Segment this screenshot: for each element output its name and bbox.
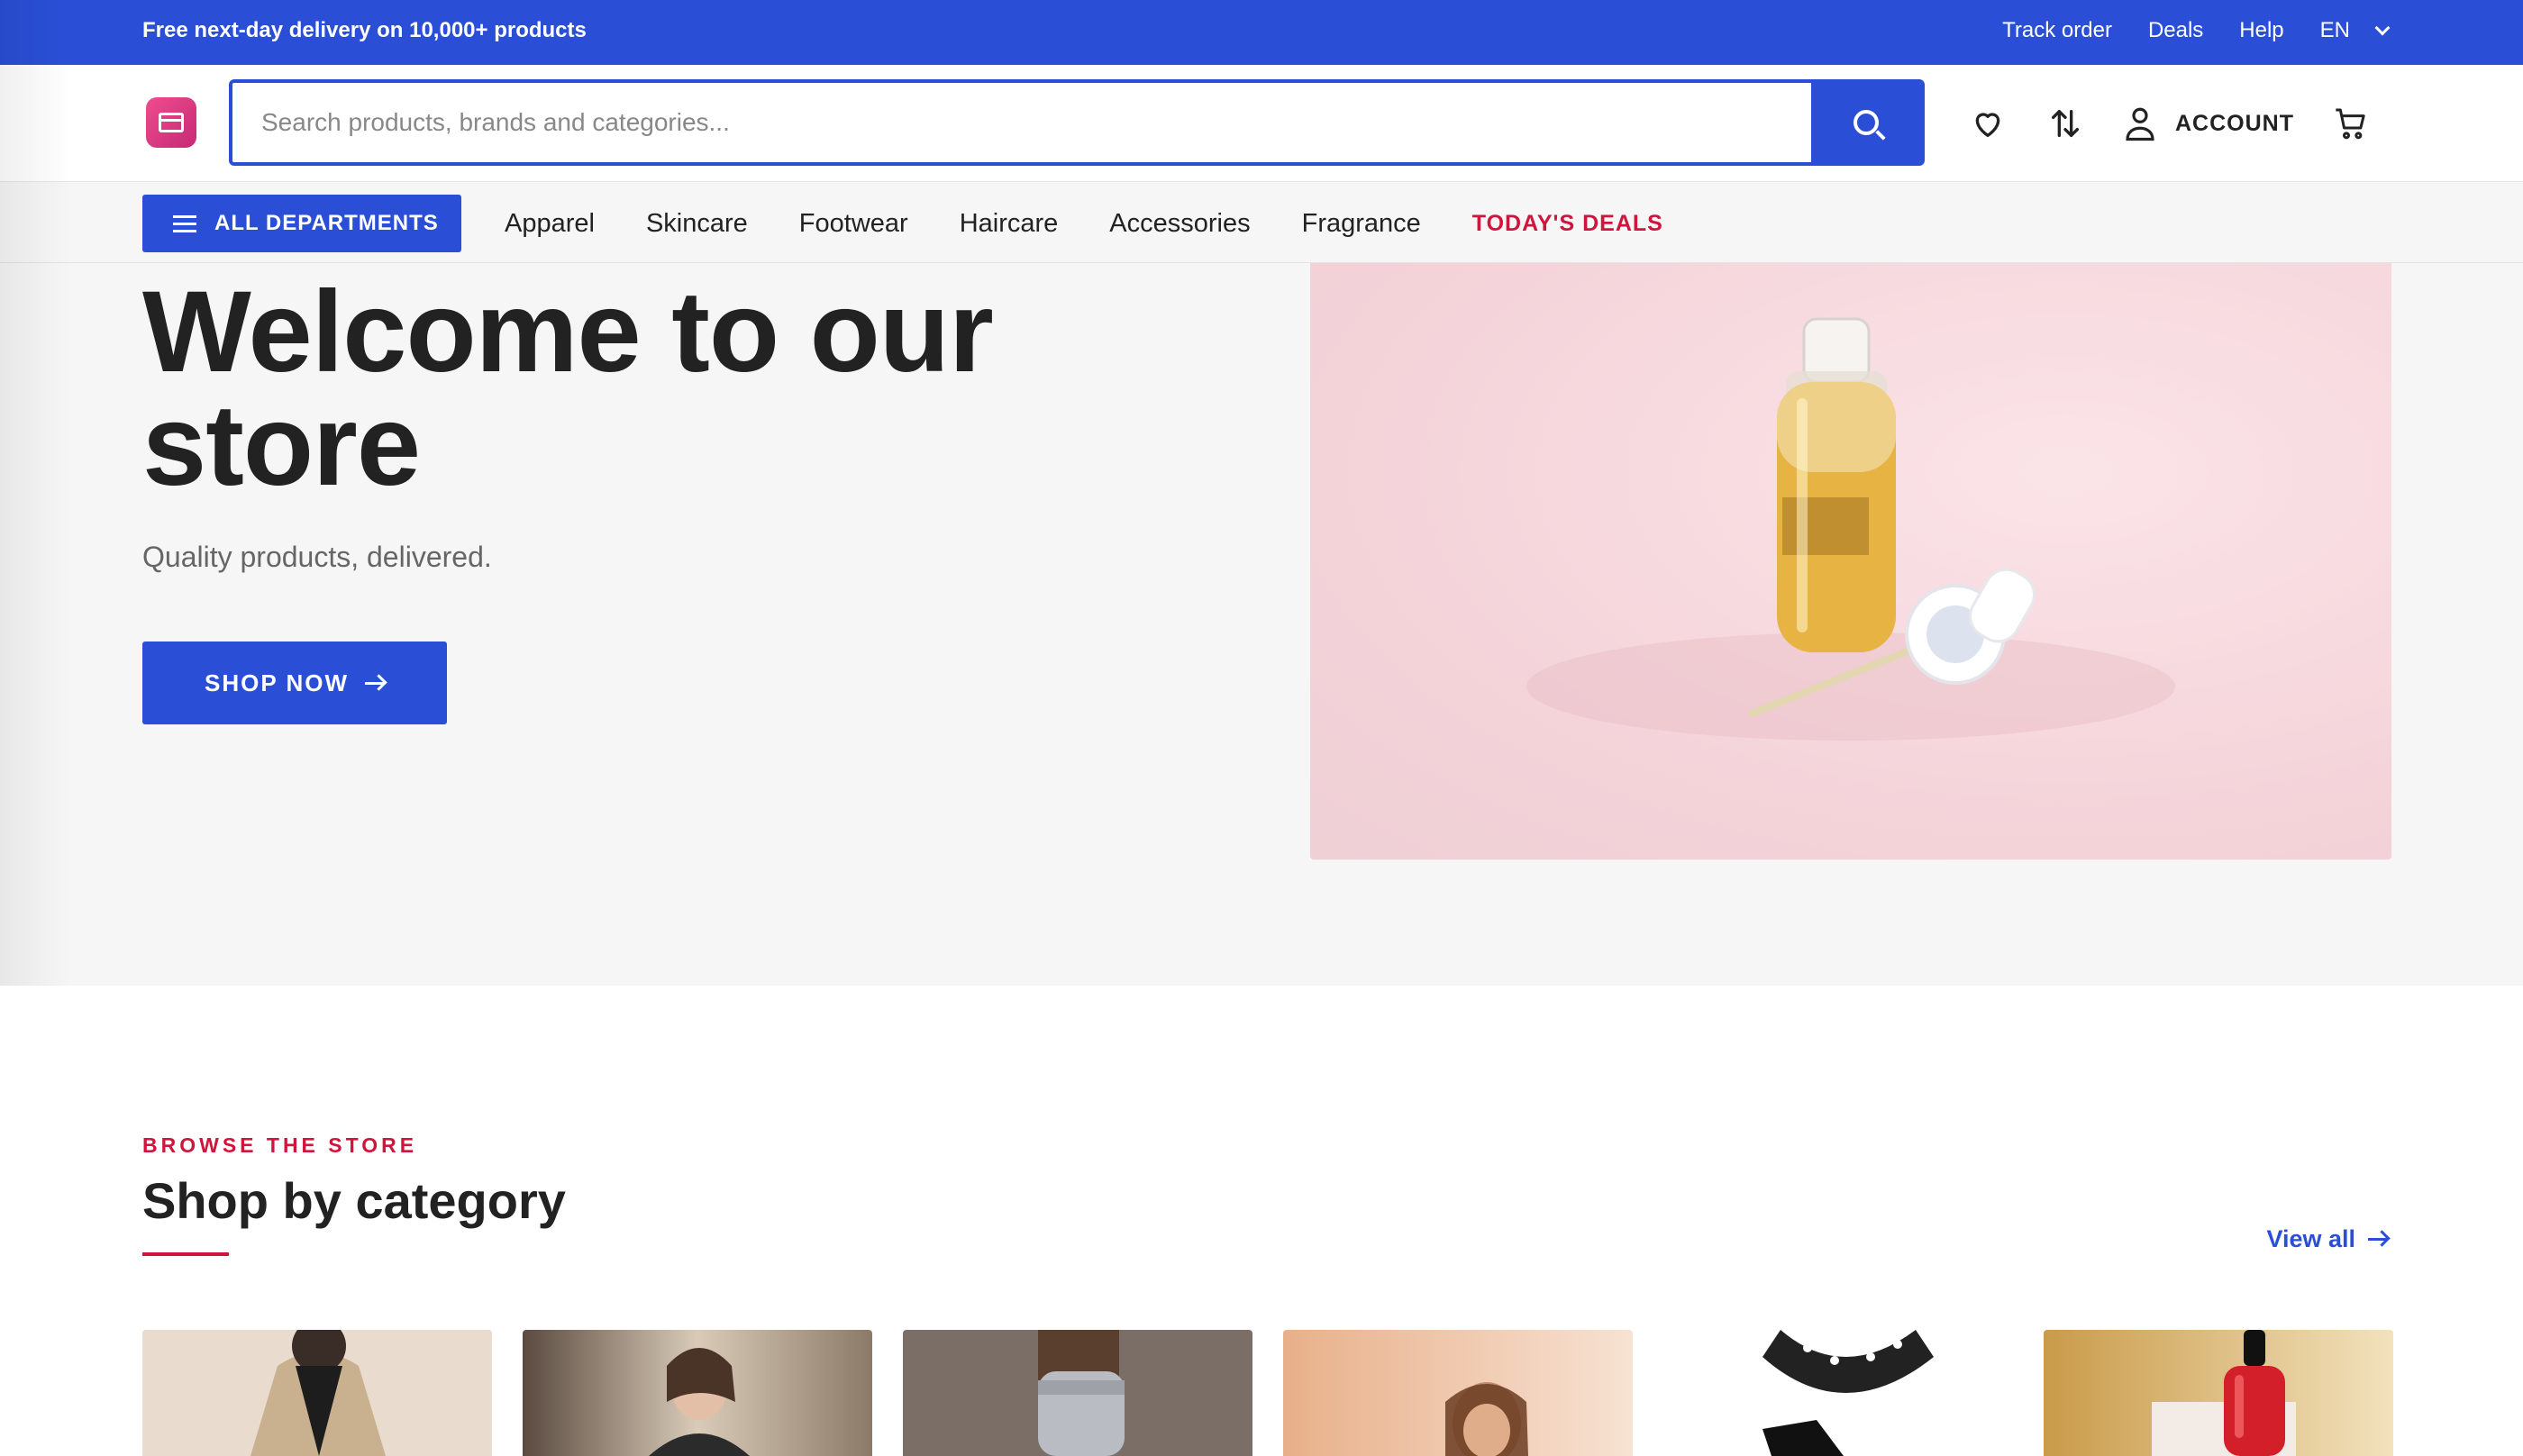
utility-links: Track order Deals Help EN [2002, 18, 2391, 43]
hero-image [1310, 263, 2391, 860]
search-button[interactable] [1811, 83, 1921, 162]
category-card-skincare[interactable] [523, 1330, 872, 1456]
nav-item-haircare[interactable]: Haircare [960, 209, 1059, 239]
help-link[interactable]: Help [2239, 18, 2283, 43]
shop-now-button[interactable]: SHOP NOW [142, 642, 447, 724]
nav-links: Apparel Skincare Footwear Haircare Acces… [505, 209, 1663, 239]
search-bar [229, 79, 1925, 166]
nav-item-accessories[interactable]: Accessories [1109, 209, 1250, 239]
search-icon [1854, 110, 1879, 135]
cart-icon [2336, 108, 2365, 140]
nav-item-skincare[interactable]: Skincare [646, 209, 748, 239]
deals-link[interactable]: Deals [2148, 18, 2203, 43]
nav-item-apparel[interactable]: Apparel [505, 209, 595, 239]
menu-icon [173, 215, 196, 232]
category-card-apparel[interactable] [142, 1330, 492, 1456]
search-input[interactable] [232, 83, 1811, 162]
category-card-footwear[interactable] [903, 1330, 1252, 1456]
hero-title: Welcome to our store [142, 268, 994, 510]
promo-text: Free next-day delivery on 10,000+ produc… [142, 18, 587, 42]
language-label: EN [2319, 18, 2350, 42]
category-card-haircare[interactable] [1283, 1330, 1633, 1456]
header-actions: ACCOUNT [1970, 101, 2370, 146]
user-icon [2126, 107, 2154, 141]
title-underline [142, 1252, 229, 1256]
chevron-down-icon [2374, 20, 2391, 36]
nav-item-footwear[interactable]: Footwear [799, 209, 908, 239]
view-all-label: View all [2266, 1225, 2355, 1252]
track-order-link[interactable]: Track order [2002, 18, 2112, 43]
haircare-image [1283, 1330, 1633, 1456]
store-logo[interactable] [146, 97, 196, 148]
accessories-image [1663, 1330, 2013, 1456]
hero-section: Welcome to our store Quality products, d… [0, 263, 2523, 986]
cart-button[interactable] [2332, 105, 2370, 141]
all-departments-label: ALL DEPARTMENTS [214, 211, 439, 235]
category-card-accessories[interactable] [1663, 1330, 2013, 1456]
shop-now-label: SHOP NOW [205, 669, 349, 696]
serum-bottle-image [1526, 317, 2175, 741]
view-all-link[interactable]: View all [2266, 1225, 2388, 1253]
apparel-image [142, 1330, 492, 1456]
nav-item-todays-deals[interactable]: TODAY'S DEALS [1472, 211, 1663, 239]
all-departments-button[interactable]: ALL DEPARTMENTS [142, 195, 461, 252]
category-cards [142, 1330, 2393, 1456]
compare-button[interactable] [2047, 105, 2083, 141]
announcement-bar: Free next-day delivery on 10,000+ produc… [0, 0, 2523, 65]
section-title: Shop by category [142, 1172, 566, 1229]
wishlist-button[interactable] [1970, 105, 2006, 141]
fragrance-image [2044, 1330, 2393, 1456]
footwear-image [903, 1330, 1252, 1456]
language-selector[interactable]: EN [2319, 18, 2391, 43]
hero-subtitle: Quality products, delivered. [142, 541, 492, 573]
section-eyebrow: BROWSE THE STORE [142, 1133, 418, 1157]
storefront-icon [159, 113, 184, 132]
category-section: BROWSE THE STORE Shop by category View a… [0, 986, 2523, 1456]
site-header: ACCOUNT [0, 65, 2523, 182]
nav-item-fragrance[interactable]: Fragrance [1302, 209, 1421, 239]
skincare-image [523, 1330, 872, 1456]
category-card-fragrance[interactable] [2044, 1330, 2393, 1456]
arrow-right-icon [364, 681, 385, 685]
arrow-right-icon [2368, 1238, 2388, 1241]
category-nav: ALL DEPARTMENTS Apparel Skincare Footwea… [0, 182, 2523, 263]
heart-icon [1975, 113, 2000, 137]
account-button[interactable]: ACCOUNT [2121, 103, 2294, 144]
account-label: ACCOUNT [2175, 110, 2294, 136]
compare-icon [2052, 110, 2079, 137]
